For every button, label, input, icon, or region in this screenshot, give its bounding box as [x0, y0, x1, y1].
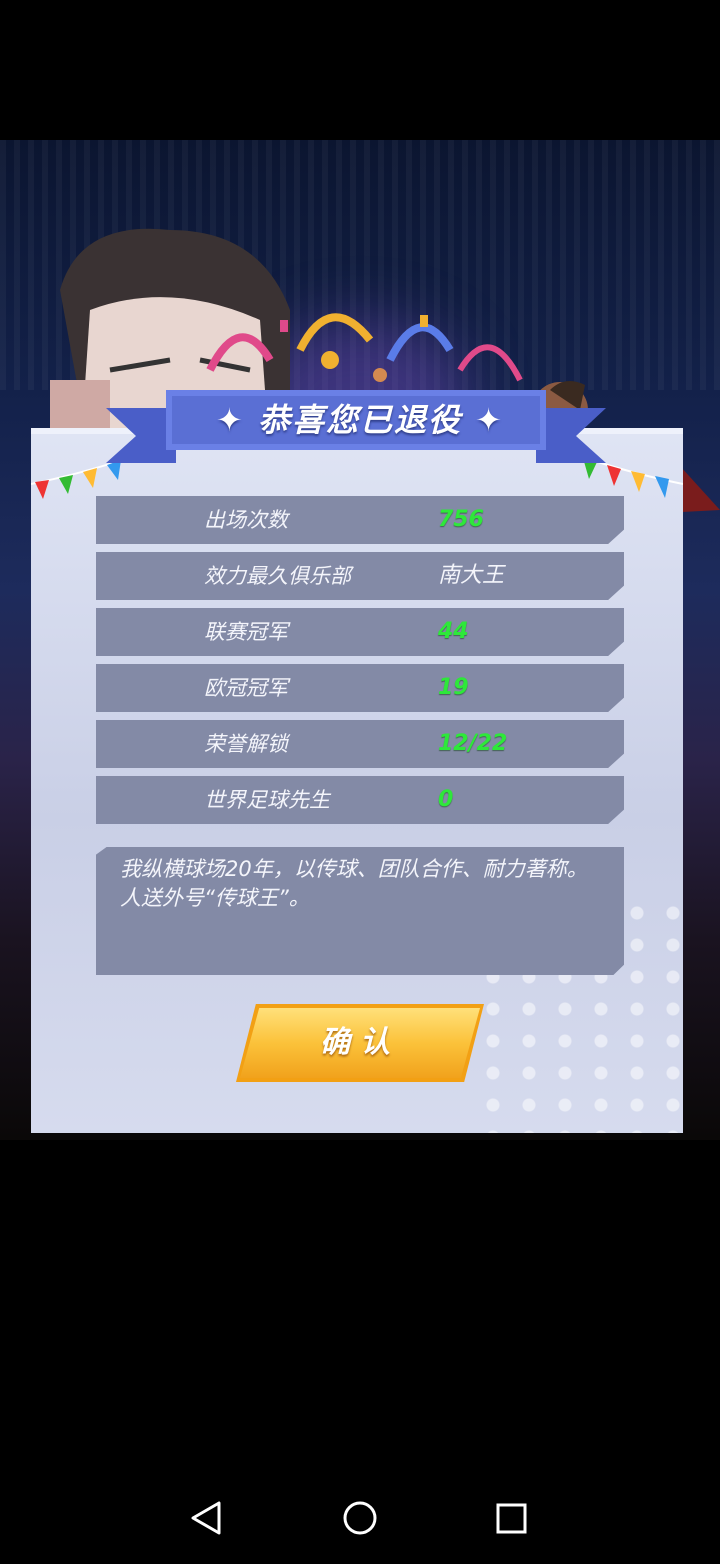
confirm-button[interactable]: 确认 [240, 1008, 480, 1078]
confetti [206, 313, 523, 382]
home-icon [343, 1501, 377, 1535]
nav-home-button[interactable] [315, 1470, 405, 1560]
stat-value: 12/22 [438, 731, 508, 756]
stats-list: 出场次数 756 效力最久俱乐部 南大王 联赛冠军 44 欧冠冠军 19 荣誉解… [96, 496, 624, 832]
recents-icon [496, 1503, 527, 1534]
title-text: 恭喜您已退役 [257, 401, 462, 439]
nav-back-button[interactable] [160, 1470, 250, 1560]
stat-label: 荣誉解锁 [204, 732, 288, 756]
stat-row-ballon-dor: 世界足球先生 0 [96, 776, 624, 824]
stat-row-ucl-titles: 欧冠冠军 19 [96, 664, 624, 712]
stat-label: 效力最久俱乐部 [204, 564, 351, 588]
stat-value: 0 [438, 787, 454, 812]
back-icon [191, 1501, 221, 1535]
stat-label: 出场次数 [204, 508, 288, 532]
stat-row-longest-club: 效力最久俱乐部 南大王 [96, 552, 624, 600]
sparkle-right-icon: ✦ [462, 401, 504, 439]
stat-row-honors-unlocked: 荣誉解锁 12/22 [96, 720, 624, 768]
stat-value: 19 [438, 675, 469, 700]
career-bio: 我纵横球场20年，以传球、团队合作、耐力著称。人送外号“传球王”。 [96, 847, 624, 975]
stat-label: 世界足球先生 [204, 788, 330, 812]
stat-row-appearances: 出场次数 756 [96, 496, 624, 544]
sparkle-left-icon: ✦ [216, 401, 258, 439]
stat-value: 南大王 [438, 563, 505, 588]
stat-value: 756 [438, 507, 484, 532]
system-nav-bar [0, 1470, 720, 1560]
stat-row-league-titles: 联赛冠军 44 [96, 608, 624, 656]
nav-recents-button[interactable] [467, 1470, 557, 1560]
stat-label: 联赛冠军 [204, 620, 288, 644]
stat-value: 44 [438, 619, 469, 644]
stat-label: 欧冠冠军 [204, 676, 288, 700]
dialog-title: ✦ 恭喜您已退役 ✦ [0, 392, 720, 448]
